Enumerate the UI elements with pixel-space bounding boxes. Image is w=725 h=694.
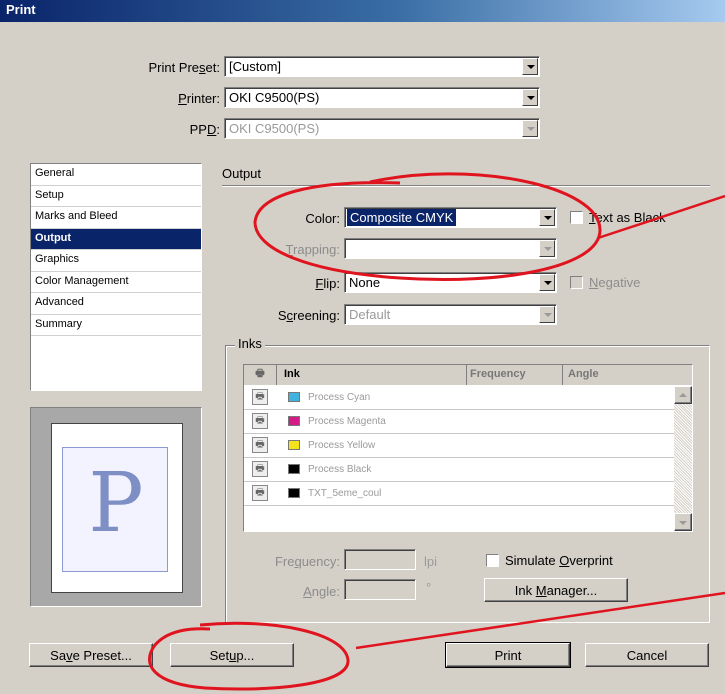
chevron-down-icon [539, 240, 555, 257]
printer-select[interactable]: OKI C9500(PS) [224, 87, 540, 108]
frequency-label: Frequency: [274, 554, 340, 569]
cancel-button[interactable]: Cancel [585, 643, 709, 667]
chevron-down-icon[interactable] [539, 274, 555, 291]
color-label: Color: [305, 211, 340, 226]
ink-name: Process Black [308, 464, 372, 475]
simulate-overprint-label: Simulate Overprint [505, 553, 613, 568]
window-title: Print [6, 2, 36, 17]
angle-input[interactable] [344, 579, 416, 600]
ink-name: Process Yellow [308, 440, 376, 451]
ink-column-header[interactable]: Ink [284, 368, 300, 380]
ink-row[interactable]: 🖶 TXT_5eme_coul [244, 482, 674, 506]
text-as-black-label: Text as Black [589, 210, 666, 225]
nav-item-output[interactable]: Output [31, 228, 201, 250]
ink-swatch [288, 488, 300, 498]
angle-column-header[interactable]: Angle [568, 368, 599, 380]
title-bar: Print [0, 0, 725, 22]
ink-manager-button[interactable]: Ink Manager... [484, 578, 628, 602]
output-section-title: Output [222, 166, 262, 181]
negative-checkbox[interactable] [570, 276, 583, 289]
preview-page: P [51, 423, 183, 593]
text-as-black-checkbox[interactable] [570, 211, 583, 224]
ppd-label: PPD: [189, 122, 220, 137]
ink-row[interactable]: 🖶 Process Magenta [244, 410, 674, 434]
ink-table: 🖶 Ink Frequency Angle 🖶 Process Cyan 🖶 P… [243, 364, 693, 532]
frequency-unit: lpi [424, 554, 438, 569]
chevron-down-icon [539, 306, 555, 323]
printer-icon[interactable]: 🖶 [252, 437, 268, 453]
ink-swatch [288, 440, 300, 450]
scroll-up-icon[interactable] [674, 386, 692, 404]
section-list: General Setup Marks and Bleed Output Gra… [30, 163, 202, 391]
nav-item-summary[interactable]: Summary [31, 315, 201, 336]
trapping-select[interactable] [344, 238, 557, 259]
color-select[interactable]: Composite CMYK [344, 207, 557, 228]
screening-select[interactable]: Default [344, 304, 557, 325]
chevron-down-icon[interactable] [522, 58, 538, 75]
setup-button[interactable]: Setup... [170, 643, 294, 667]
printer-icon: 🖶 [255, 368, 265, 379]
flip-select[interactable]: None [344, 272, 557, 293]
save-preset-button[interactable]: Save Preset... [29, 643, 153, 667]
screening-label: Screening: [277, 308, 340, 323]
preview-letter: P [88, 456, 144, 551]
angle-unit: ° [426, 580, 432, 595]
ink-swatch [288, 464, 300, 474]
printer-label: Printer: [178, 91, 220, 106]
nav-item-color-management[interactable]: Color Management [31, 272, 201, 293]
ppd-select[interactable]: OKI C9500(PS) [224, 118, 540, 139]
nav-item-graphics[interactable]: Graphics [31, 250, 201, 272]
angle-label: Angle: [303, 584, 340, 599]
printer-icon[interactable]: 🖶 [252, 485, 268, 501]
negative-label: Negative [589, 275, 641, 290]
nav-item-advanced[interactable]: Advanced [31, 293, 201, 315]
page-preview: P [30, 407, 202, 607]
chevron-down-icon [522, 120, 538, 137]
ink-swatch [288, 416, 300, 426]
ink-swatch [288, 392, 300, 402]
print-preset-select[interactable]: [Custom] [224, 56, 540, 77]
ink-table-header: 🖶 Ink Frequency Angle [244, 365, 692, 385]
ink-name: Process Magenta [308, 416, 386, 427]
nav-item-general[interactable]: General [31, 164, 201, 186]
ink-name: TXT_5eme_coul [308, 488, 382, 499]
ink-table-scrollbar[interactable] [674, 386, 692, 531]
simulate-overprint-checkbox[interactable] [486, 554, 499, 567]
chevron-down-icon[interactable] [522, 89, 538, 106]
printer-icon[interactable]: 🖶 [252, 461, 268, 477]
inks-group-title: Inks [235, 336, 265, 351]
section-divider [222, 185, 710, 186]
nav-item-setup[interactable]: Setup [31, 186, 201, 207]
ink-row[interactable]: 🖶 Process Cyan [244, 386, 674, 410]
preview-margins: P [62, 447, 168, 572]
trapping-label: Trapping: [285, 242, 340, 257]
ink-name: Process Cyan [308, 392, 371, 403]
printer-icon[interactable]: 🖶 [252, 413, 268, 429]
flip-label: Flip: [315, 276, 340, 291]
frequency-input[interactable] [344, 549, 416, 570]
printer-icon[interactable]: 🖶 [252, 389, 268, 405]
print-button[interactable]: Print [445, 642, 571, 668]
ink-row[interactable]: 🖶 Process Black [244, 458, 674, 482]
scroll-down-icon[interactable] [674, 513, 692, 531]
print-preset-label: Print Preset: [148, 60, 220, 75]
nav-item-marks-and-bleed[interactable]: Marks and Bleed [31, 207, 201, 229]
frequency-column-header[interactable]: Frequency [470, 368, 526, 380]
chevron-down-icon[interactable] [539, 209, 555, 226]
ink-row[interactable]: 🖶 Process Yellow [244, 434, 674, 458]
